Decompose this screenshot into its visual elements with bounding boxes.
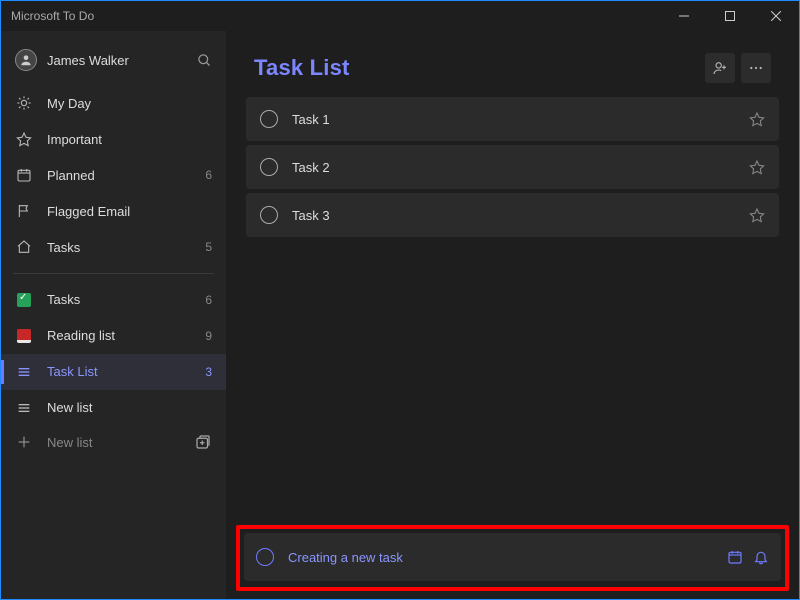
sidebar-item-important[interactable]: Important bbox=[1, 121, 226, 157]
window-maximize-button[interactable] bbox=[707, 1, 753, 31]
sidebar-item-count: 3 bbox=[205, 365, 212, 379]
complete-checkbox[interactable] bbox=[260, 206, 278, 224]
person-add-icon bbox=[712, 60, 728, 76]
search-icon bbox=[197, 53, 212, 68]
sidebar-item-label: Tasks bbox=[47, 292, 80, 307]
sidebar-item-tasks-custom[interactable]: Tasks 6 bbox=[1, 282, 226, 318]
add-task-bar[interactable] bbox=[244, 533, 781, 581]
close-icon bbox=[771, 11, 781, 21]
reminder-button[interactable] bbox=[753, 549, 769, 565]
share-list-button[interactable] bbox=[705, 53, 735, 83]
sidebar-item-label: New list bbox=[47, 400, 93, 415]
list-icon bbox=[15, 400, 33, 416]
sidebar-item-label: Important bbox=[47, 132, 102, 147]
list-header: Task List bbox=[226, 31, 799, 97]
sidebar-item-label: Task List bbox=[47, 364, 98, 379]
sidebar-item-label: Flagged Email bbox=[47, 204, 130, 219]
account-row[interactable]: James Walker bbox=[1, 39, 226, 85]
sidebar-item-reading-list[interactable]: Reading list 9 bbox=[1, 318, 226, 354]
minimize-icon bbox=[679, 11, 689, 21]
task-title: Task 1 bbox=[292, 112, 749, 127]
task-row[interactable]: Task 2 bbox=[246, 145, 779, 189]
sidebar-item-count: 5 bbox=[205, 240, 212, 254]
sidebar-item-planned[interactable]: Planned 6 bbox=[1, 157, 226, 193]
avatar bbox=[15, 49, 37, 71]
bell-icon bbox=[753, 549, 769, 565]
list-title[interactable]: Task List bbox=[254, 55, 350, 81]
sidebar-item-new-list[interactable]: New list bbox=[1, 390, 226, 426]
smart-lists: My Day Important Planned 6 Flagged Email bbox=[1, 85, 226, 265]
star-task-button[interactable] bbox=[749, 159, 765, 175]
task-row[interactable]: Task 3 bbox=[246, 193, 779, 237]
task-title: Task 3 bbox=[292, 208, 749, 223]
sidebar-item-label: Tasks bbox=[47, 240, 80, 255]
new-list-label: New list bbox=[47, 435, 93, 450]
star-task-button[interactable] bbox=[749, 111, 765, 127]
star-icon bbox=[15, 131, 33, 147]
flag-icon bbox=[15, 203, 33, 219]
title-bar: Microsoft To Do bbox=[1, 1, 799, 31]
sidebar-item-label: My Day bbox=[47, 96, 91, 111]
complete-checkbox[interactable] bbox=[260, 158, 278, 176]
person-icon bbox=[19, 53, 33, 67]
app-title: Microsoft To Do bbox=[11, 9, 94, 23]
window-close-button[interactable] bbox=[753, 1, 799, 31]
calendar-icon bbox=[727, 549, 743, 565]
maximize-icon bbox=[725, 11, 735, 21]
due-date-button[interactable] bbox=[727, 549, 743, 565]
plus-icon bbox=[15, 434, 33, 450]
user-name: James Walker bbox=[47, 53, 129, 68]
sidebar-item-task-list[interactable]: Task List 3 bbox=[1, 354, 226, 390]
star-icon bbox=[749, 207, 765, 223]
sidebar-item-count: 6 bbox=[205, 293, 212, 307]
list-color-icon bbox=[15, 293, 33, 307]
sidebar-item-flagged-email[interactable]: Flagged Email bbox=[1, 193, 226, 229]
complete-checkbox[interactable] bbox=[260, 110, 278, 128]
list-icon bbox=[15, 364, 33, 380]
add-task-input[interactable] bbox=[288, 550, 717, 565]
new-group-button[interactable] bbox=[194, 433, 212, 451]
sidebar-item-label: Reading list bbox=[47, 328, 115, 343]
sidebar-item-my-day[interactable]: My Day bbox=[1, 85, 226, 121]
task-row[interactable]: Task 1 bbox=[246, 97, 779, 141]
sidebar: James Walker My Day Important bbox=[1, 31, 226, 599]
new-group-icon bbox=[194, 433, 212, 451]
home-icon bbox=[15, 239, 33, 255]
task-list: Task 1 Task 2 Task 3 bbox=[226, 97, 799, 241]
star-icon bbox=[749, 111, 765, 127]
list-options-button[interactable] bbox=[741, 53, 771, 83]
list-color-icon bbox=[15, 329, 33, 343]
sidebar-item-tasks[interactable]: Tasks 5 bbox=[1, 229, 226, 265]
main-panel: Task List Task 1 Task 2 bbox=[226, 31, 799, 599]
task-title: Task 2 bbox=[292, 160, 749, 175]
calendar-icon bbox=[15, 167, 33, 183]
star-task-button[interactable] bbox=[749, 207, 765, 223]
more-icon bbox=[748, 60, 764, 76]
app-window: Microsoft To Do James Walker bbox=[0, 0, 800, 600]
sidebar-item-label: Planned bbox=[47, 168, 95, 183]
sidebar-separator bbox=[13, 273, 214, 274]
window-minimize-button[interactable] bbox=[661, 1, 707, 31]
search-button[interactable] bbox=[197, 53, 212, 68]
sidebar-item-count: 6 bbox=[205, 168, 212, 182]
sun-icon bbox=[15, 95, 33, 111]
custom-lists: Tasks 6 Reading list 9 Task List 3 New l… bbox=[1, 282, 226, 426]
new-list-row[interactable]: New list bbox=[1, 426, 226, 459]
sidebar-item-count: 9 bbox=[205, 329, 212, 343]
star-icon bbox=[749, 159, 765, 175]
add-task-circle-icon bbox=[256, 548, 274, 566]
